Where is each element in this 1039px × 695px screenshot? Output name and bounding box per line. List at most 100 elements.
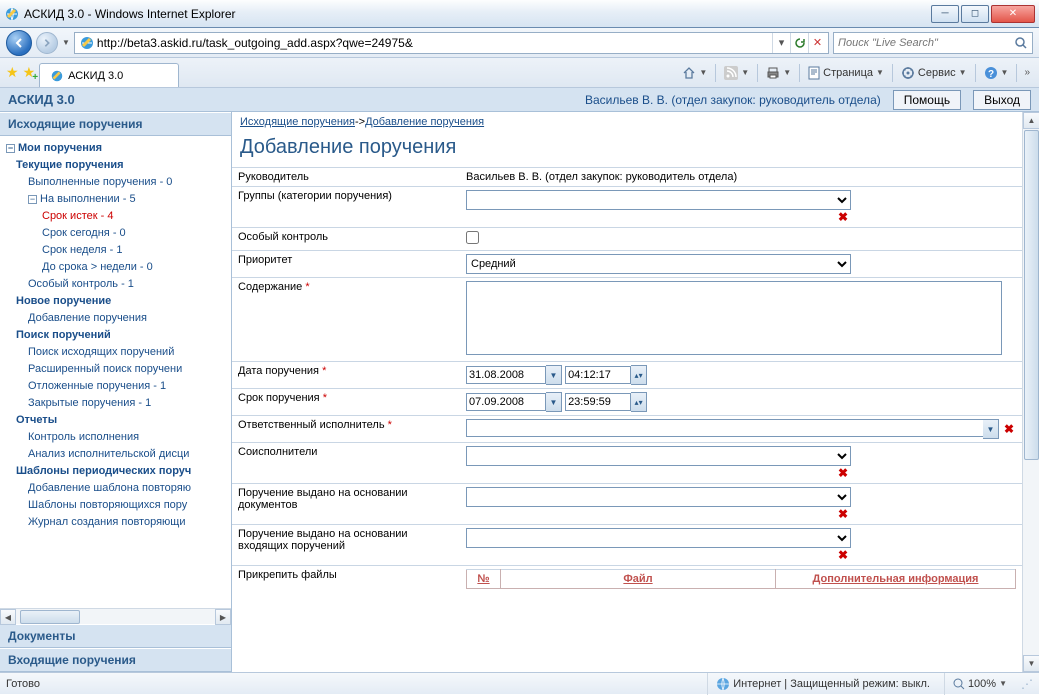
home-button[interactable]: ▼ <box>678 62 711 84</box>
collapse-icon[interactable]: − <box>28 195 37 204</box>
address-bar[interactable]: ▾ ✕ <box>74 32 829 54</box>
date-input[interactable] <box>466 366 546 384</box>
nav-my[interactable]: −Мои поручения <box>6 140 229 157</box>
col-info[interactable]: Дополнительная информация <box>813 573 979 585</box>
date-picker-icon[interactable]: ▼ <box>546 365 562 385</box>
special-checkbox[interactable] <box>466 231 479 244</box>
scroll-down-icon[interactable]: ▼ <box>1023 655 1039 672</box>
responsible-input[interactable] <box>466 419 983 437</box>
maximize-button[interactable]: ◻ <box>961 5 989 23</box>
address-input[interactable] <box>97 36 772 50</box>
refresh-button[interactable] <box>790 33 808 53</box>
sidebar-section-outgoing[interactable]: Исходящие поручения <box>0 112 231 136</box>
coexec-select[interactable] <box>466 446 851 466</box>
exit-button[interactable]: Выход <box>973 90 1031 110</box>
collapse-icon[interactable]: − <box>6 144 15 153</box>
page-menu[interactable]: Страница▼ <box>804 62 888 84</box>
nav-done[interactable]: Выполненные поручения - 0 <box>6 174 229 191</box>
tab-favicon <box>50 69 64 83</box>
nav-log[interactable]: Журнал создания повторяющи <box>6 514 229 531</box>
nav-add[interactable]: Добавление поручения <box>6 310 229 327</box>
nav-moreweek[interactable]: До срока > недели - 0 <box>6 259 229 276</box>
groups-delete-icon[interactable]: ✖ <box>836 210 850 224</box>
scroll-right-icon[interactable]: ▶ <box>215 609 231 625</box>
nav-analysis[interactable]: Анализ исполнительской дисци <box>6 446 229 463</box>
col-num[interactable]: № <box>477 573 489 585</box>
feeds-button[interactable]: ▼ <box>720 62 753 84</box>
due-picker-icon[interactable]: ▼ <box>546 392 562 412</box>
print-button[interactable]: ▼ <box>762 62 795 84</box>
nav-week[interactable]: Срок неделя - 1 <box>6 242 229 259</box>
basisdoc-select[interactable] <box>466 487 851 507</box>
groups-select[interactable] <box>466 190 851 210</box>
nav-extsearch[interactable]: Расширенный поиск поручени <box>6 361 229 378</box>
sidebar-section-docs[interactable]: Документы <box>0 624 231 648</box>
favorites-icon[interactable]: ★ <box>6 64 19 81</box>
nav-new[interactable]: Новое поручение <box>6 293 229 310</box>
responsible-delete-icon[interactable]: ✖ <box>1002 422 1016 436</box>
nav-expired[interactable]: Срок истек - 4 <box>6 208 229 225</box>
zoom-control[interactable]: 100%▼ <box>944 673 1015 695</box>
browser-tab[interactable]: АСКИД 3.0 <box>39 63 179 87</box>
search-input[interactable] <box>838 37 1014 49</box>
minimize-button[interactable]: ─ <box>931 5 959 23</box>
lbl-files: Прикрепить файлы <box>232 566 460 593</box>
sidebar-hscroll[interactable]: ◀ ▶ <box>0 608 231 624</box>
tools-menu[interactable]: Сервис▼ <box>897 62 971 84</box>
back-button[interactable] <box>6 30 32 56</box>
priority-select[interactable]: Средний <box>466 254 851 274</box>
add-favorites-icon[interactable]: ★+ <box>23 64 36 81</box>
scroll-left-icon[interactable]: ◀ <box>0 609 16 625</box>
col-file[interactable]: Файл <box>623 573 652 585</box>
basisin-select[interactable] <box>466 528 851 548</box>
content-textarea[interactable] <box>466 281 1002 355</box>
stop-button[interactable]: ✕ <box>808 33 826 53</box>
nav-searchout[interactable]: Поиск исходящих поручений <box>6 344 229 361</box>
lbl-due: Срок поручения <box>238 392 320 404</box>
globe-icon <box>716 677 730 691</box>
page-title: Добавление поручения <box>232 132 1022 167</box>
nav-special[interactable]: Особый контроль - 1 <box>6 276 229 293</box>
nav-deferred[interactable]: Отложенные поручения - 1 <box>6 378 229 395</box>
lbl-basisdoc: Поручение выдано на основании документов <box>232 484 460 525</box>
crumb-outgoing[interactable]: Исходящие поручения <box>240 116 355 128</box>
close-button[interactable]: ✕ <box>991 5 1035 23</box>
help-button[interactable]: ?▼ <box>980 62 1013 84</box>
nav-search[interactable]: Поиск поручений <box>6 327 229 344</box>
scroll-thumb[interactable] <box>20 610 80 624</box>
sidebar-section-incoming[interactable]: Входящие поручения <box>0 648 231 672</box>
nav-today[interactable]: Срок сегодня - 0 <box>6 225 229 242</box>
resize-grip-icon[interactable]: ⋰ <box>1021 677 1033 691</box>
forward-button[interactable] <box>36 32 58 54</box>
nav-addtpl[interactable]: Добавление шаблона повторяю <box>6 480 229 497</box>
content-vscroll[interactable]: ▲ ▼ <box>1022 112 1039 672</box>
nav-control[interactable]: Контроль исполнения <box>6 429 229 446</box>
chevron-icon[interactable]: » <box>1021 67 1033 78</box>
time-spinner-icon[interactable]: ▴▾ <box>631 365 647 385</box>
nav-toolbar: ▼ ▾ ✕ <box>0 28 1039 58</box>
nav-closed[interactable]: Закрытые поручения - 1 <box>6 395 229 412</box>
coexec-delete-icon[interactable]: ✖ <box>836 466 850 480</box>
nav-reports[interactable]: Отчеты <box>6 412 229 429</box>
app-header: АСКИД 3.0 Васильев В. В. (отдел закупок:… <box>0 88 1039 112</box>
nav-current[interactable]: Текущие поручения <box>6 157 229 174</box>
nav-inprogress[interactable]: −На выполнении - 5 <box>6 191 229 208</box>
responsible-dropdown-icon[interactable]: ▼ <box>983 419 999 439</box>
help-link[interactable]: Помощь <box>893 90 961 110</box>
basisin-delete-icon[interactable]: ✖ <box>836 548 850 562</box>
basisdoc-delete-icon[interactable]: ✖ <box>836 507 850 521</box>
nav-history-caret[interactable]: ▼ <box>62 38 70 47</box>
nav-tpls[interactable]: Шаблоны повторяющихся пору <box>6 497 229 514</box>
due-input[interactable] <box>466 393 546 411</box>
scroll-thumb[interactable] <box>1024 130 1039 460</box>
search-icon[interactable] <box>1014 36 1028 50</box>
search-box[interactable] <box>833 32 1033 54</box>
scroll-up-icon[interactable]: ▲ <box>1023 112 1039 129</box>
files-table: № Файл Дополнительная информация <box>466 569 1016 589</box>
due-spinner-icon[interactable]: ▴▾ <box>631 392 647 412</box>
nav-templates[interactable]: Шаблоны периодических поруч <box>6 463 229 480</box>
date-time-input[interactable] <box>565 366 631 384</box>
address-dropdown[interactable]: ▾ <box>772 33 790 53</box>
due-time-input[interactable] <box>565 393 631 411</box>
crumb-add[interactable]: Добавление поручения <box>365 116 484 128</box>
